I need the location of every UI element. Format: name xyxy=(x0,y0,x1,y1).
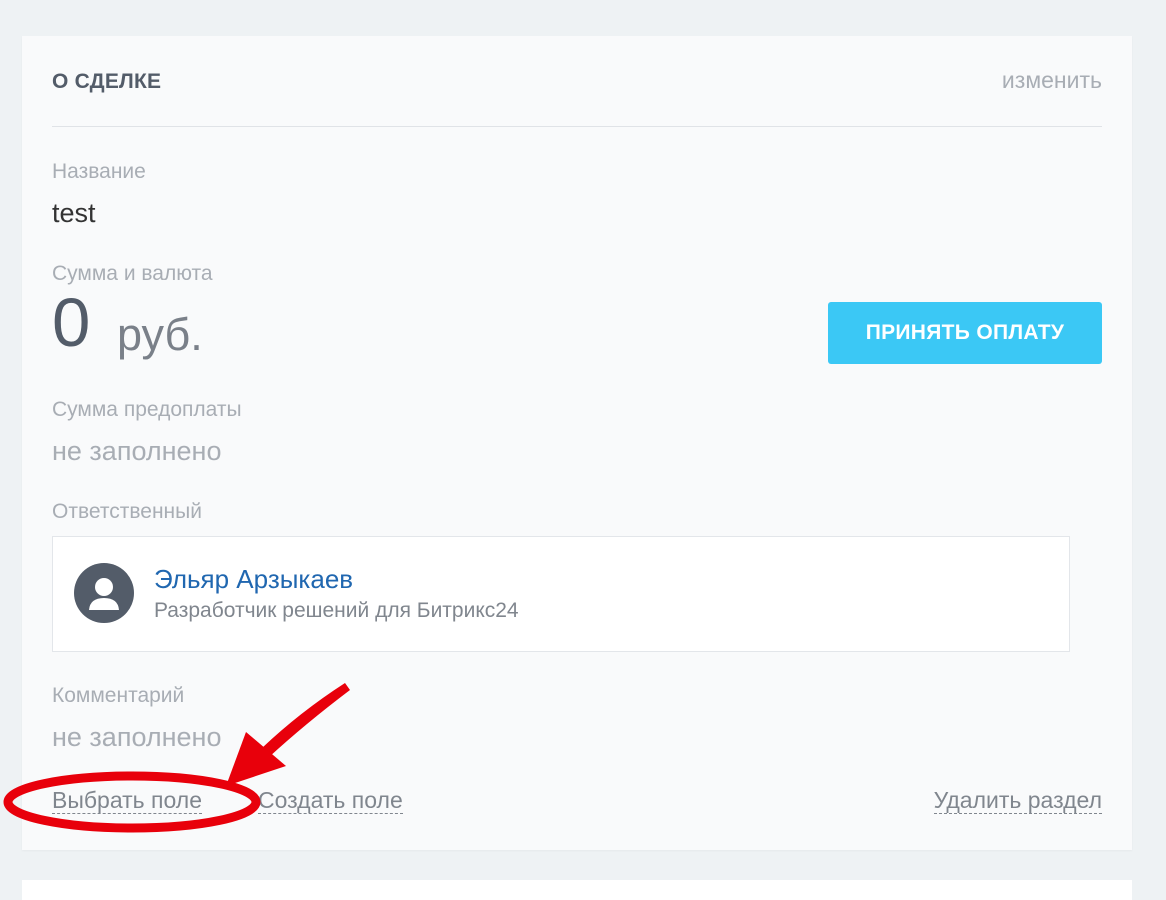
create-field-link[interactable]: Создать поле xyxy=(258,787,403,815)
currency-value: руб. xyxy=(117,309,203,360)
next-card xyxy=(22,880,1132,900)
comment-label: Комментарий xyxy=(52,684,185,707)
amount-value: 0 xyxy=(52,284,91,361)
responsible-role: Разработчик решений для Битрикс24 xyxy=(154,599,519,622)
accept-payment-button[interactable]: ПРИНЯТЬ ОПЛАТУ xyxy=(828,302,1102,364)
section-title: О СДЕЛКЕ xyxy=(52,70,162,93)
amount-label: Сумма и валюта xyxy=(52,262,213,285)
header-divider xyxy=(52,126,1102,127)
name-label: Название xyxy=(52,160,146,183)
select-field-link[interactable]: Выбрать поле xyxy=(52,787,202,815)
user-silhouette-icon[interactable] xyxy=(74,563,134,623)
deal-info-card: О СДЕЛКЕ изменить Название test Сумма и … xyxy=(22,36,1132,850)
prepayment-label: Сумма предоплаты xyxy=(52,398,242,421)
prepayment-value: не заполнено xyxy=(52,436,222,466)
delete-section-link[interactable]: Удалить раздел xyxy=(933,787,1102,815)
responsible-label: Ответственный xyxy=(52,500,202,523)
responsible-name-link[interactable]: Эльяр Арзыкаев xyxy=(154,564,353,595)
comment-value: не заполнено xyxy=(52,722,222,752)
name-value: test xyxy=(52,198,96,228)
edit-section-link[interactable]: изменить xyxy=(1002,67,1102,94)
responsible-person-card: Эльяр Арзыкаев Разработчик решений для Б… xyxy=(52,536,1070,652)
